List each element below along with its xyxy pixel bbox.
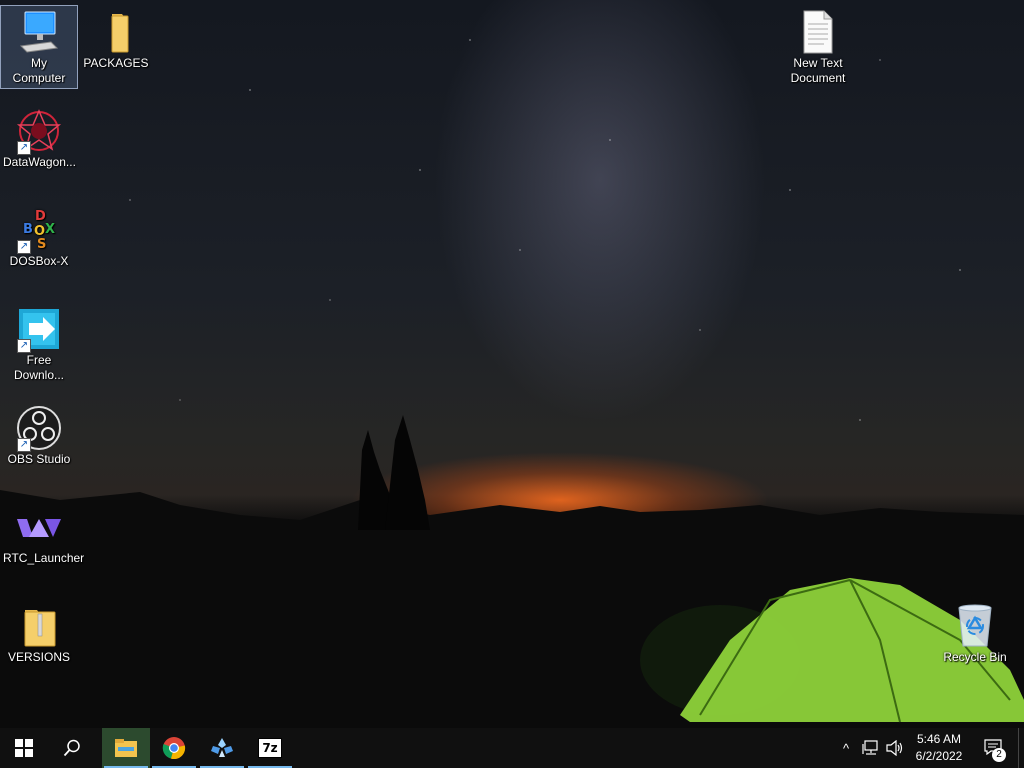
dosbox-letter: B	[23, 222, 33, 237]
icon-label: Free Downlo...	[13, 353, 65, 382]
icon-label: My Computer	[12, 56, 66, 85]
taskbar: 7z ^ 5:46 AM 6/2/2022 2	[0, 728, 1024, 768]
computer-icon	[15, 8, 63, 56]
clock-date: 6/2/2022	[915, 749, 963, 763]
taskbar-clock[interactable]: 5:46 AM 6/2/2022	[906, 731, 972, 765]
taskbar-pcsx2[interactable]	[198, 728, 246, 768]
download-manager-icon: ↗	[15, 305, 63, 353]
shortcut-arrow-icon: ↗	[17, 141, 31, 155]
icon-label: DataWagon...	[3, 155, 76, 169]
new-text-document-file[interactable]: New Text Document	[780, 6, 856, 88]
dosbox-icon: D B O X S ↗	[15, 206, 63, 254]
notification-count-badge: 2	[992, 747, 1006, 762]
shortcut-arrow-icon: ↗	[17, 240, 31, 254]
folder-icon	[92, 8, 140, 56]
zip-folder-icon	[15, 602, 63, 650]
volume-button[interactable]	[884, 728, 906, 768]
obs-studio-shortcut[interactable]: ↗ OBS Studio	[1, 402, 77, 469]
free-download-manager-shortcut[interactable]: ↗ Free Downlo...	[1, 303, 77, 385]
recycle-bin[interactable]: Recycle Bin	[937, 600, 1013, 667]
datawagon-icon: ↗	[15, 107, 63, 155]
dosbox-letter: S	[37, 237, 46, 252]
network-icon	[862, 740, 878, 755]
search-icon	[63, 739, 80, 757]
icon-label: PACKAGES	[83, 56, 149, 70]
icon-label: RTC_Launcher	[3, 551, 85, 565]
my-computer-icon-shortcut[interactable]: My Computer	[0, 5, 78, 89]
icon-label: OBS Studio	[7, 452, 71, 466]
action-center-button[interactable]: 2	[980, 728, 1006, 768]
gamepad-icon	[211, 738, 233, 757]
show-desktop-button[interactable]	[1018, 728, 1024, 768]
file-explorer-icon	[115, 739, 137, 757]
obs-icon: ↗	[15, 404, 63, 452]
icon-label: Recycle Bin	[943, 650, 1007, 664]
wallpaper-scenery	[0, 415, 1024, 728]
icon-label: VERSIONS	[7, 650, 70, 664]
dosbox-letter: X	[45, 222, 55, 237]
chevron-up-icon: ^	[842, 740, 850, 756]
wallpaper-tree	[385, 415, 430, 530]
dosbox-x-shortcut[interactable]: D B O X S ↗ DOSBox-X	[1, 204, 77, 271]
datawagon-shortcut[interactable]: ↗ DataWagon...	[1, 105, 77, 172]
speaker-icon	[886, 740, 903, 756]
packages-folder[interactable]: PACKAGES	[78, 6, 154, 73]
taskbar-google-chrome[interactable]	[150, 728, 198, 768]
notification-icon: 2	[984, 738, 1006, 762]
icon-label: DOSBox-X	[9, 254, 69, 268]
recycle-bin-icon	[951, 602, 999, 650]
desktop[interactable]: My Computer PACKAGES ↗ DataWagon... D B …	[0, 0, 1024, 728]
icon-label: New Text Document	[790, 56, 846, 85]
taskbar-7-zip[interactable]: 7z	[246, 728, 294, 768]
text-document-icon	[794, 8, 842, 56]
seven-zip-label: 7z	[262, 741, 278, 755]
seven-zip-icon: 7z	[258, 738, 282, 758]
windows-logo-icon	[15, 739, 33, 757]
shortcut-arrow-icon: ↗	[17, 438, 31, 452]
network-button[interactable]	[860, 728, 882, 768]
taskbar-file-explorer[interactable]	[102, 728, 150, 768]
chrome-icon	[162, 737, 186, 760]
rtc-launcher-icon	[15, 503, 63, 551]
show-hidden-icons-button[interactable]: ^	[836, 728, 856, 768]
search-button[interactable]	[48, 728, 96, 768]
rtc-launcher-shortcut[interactable]: RTC_Launcher	[1, 501, 85, 568]
versions-folder[interactable]: VERSIONS	[1, 600, 77, 667]
clock-time: 5:46 AM	[916, 732, 962, 746]
start-button[interactable]	[0, 728, 48, 768]
shortcut-arrow-icon: ↗	[17, 339, 31, 353]
